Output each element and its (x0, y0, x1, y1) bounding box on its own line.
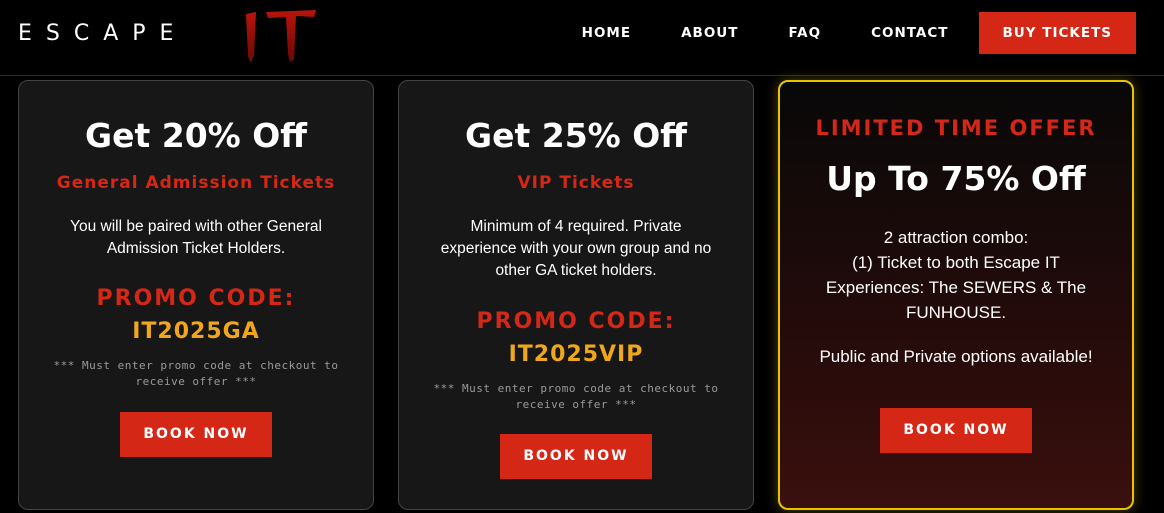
card-description: You will be paired with other General Ad… (70, 218, 322, 257)
card-subtitle: General Admission Tickets (56, 173, 336, 193)
logo-it-mark (246, 10, 316, 62)
limited-offer-badge: LIMITED TIME OFFER (815, 116, 1097, 140)
main-nav: HOME ABOUT FAQ CONTACT BUY TICKETS (582, 12, 1136, 54)
card-subtitle: VIP Tickets (517, 173, 635, 193)
promo-label: PROMO CODE: (96, 286, 296, 311)
site-header: ESCAPE HOME ABOUT FAQ CONTACT BUY TICKET… (0, 0, 1164, 76)
promo-code: IT2025VIP (508, 342, 644, 367)
promo-note: *** Must enter promo code at checkout to… (53, 359, 339, 388)
escape-it-logo[interactable]: ESCAPE (18, 8, 318, 64)
promo-code: IT2025GA (132, 319, 260, 344)
card-title: Get 25% Off (465, 116, 687, 155)
card-title: Get 20% Off (85, 116, 307, 155)
offer-card-vip: Get 25% Off VIP Tickets Minimum of 4 req… (398, 80, 754, 510)
card-description: 2 attraction combo: (1) Ticket to both E… (825, 228, 1087, 322)
book-now-button[interactable]: BOOK NOW (880, 408, 1032, 453)
nav-about[interactable]: ABOUT (681, 25, 738, 41)
book-now-button[interactable]: BOOK NOW (120, 412, 272, 457)
nav-contact[interactable]: CONTACT (871, 25, 948, 41)
nav-home[interactable]: HOME (582, 25, 631, 41)
logo-text: ESCAPE (18, 21, 188, 46)
offer-card-limited: LIMITED TIME OFFER Up To 75% Off 2 attra… (778, 80, 1134, 510)
nav-faq[interactable]: FAQ (788, 25, 821, 41)
buy-tickets-button[interactable]: BUY TICKETS (978, 12, 1136, 54)
promo-note: *** Must enter promo code at checkout to… (433, 382, 719, 411)
card-title: Up To 75% Off (826, 159, 1086, 198)
offer-card-general: Get 20% Off General Admission Tickets Yo… (18, 80, 374, 510)
card-extra: Public and Private options available! (819, 347, 1093, 366)
book-now-button[interactable]: BOOK NOW (500, 434, 652, 479)
promo-label: PROMO CODE: (476, 309, 676, 334)
card-description: Minimum of 4 required. Private experienc… (440, 218, 712, 279)
